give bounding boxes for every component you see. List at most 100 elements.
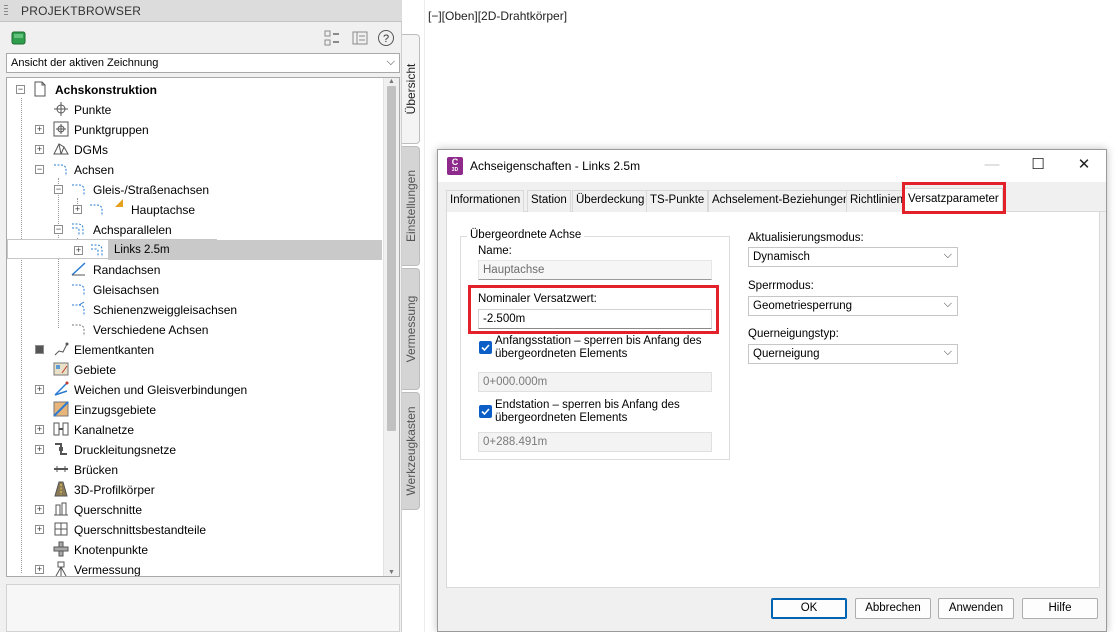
tree-item-weichen[interactable]: + Weichen und Gleisverbindungen bbox=[7, 379, 382, 399]
tree-item-label: Achsen bbox=[74, 163, 115, 177]
drawing-file-icon bbox=[34, 81, 46, 97]
highlight-box-offset bbox=[468, 285, 719, 334]
tab-ts-punkte[interactable]: TS-Punkte bbox=[646, 190, 709, 212]
expand-toggle-icon[interactable]: + bbox=[35, 565, 44, 574]
tab-informationen[interactable]: Informationen bbox=[446, 190, 525, 212]
tree-item-randachsen[interactable]: Randachsen bbox=[7, 259, 382, 279]
tab-richtlinien[interactable]: Richtlinien bbox=[846, 190, 908, 212]
tab-label: Übersicht bbox=[403, 63, 418, 115]
tree-item-label: Brücken bbox=[74, 463, 119, 477]
tree-item-punkte[interactable]: Punkte bbox=[7, 99, 382, 119]
expand-toggle-icon[interactable]: + bbox=[35, 385, 44, 394]
tree-item-verschiedene-achsen[interactable]: Verschiedene Achsen bbox=[7, 319, 382, 339]
point-icon bbox=[54, 102, 68, 116]
update-mode-select[interactable]: Dynamisch ⌵ bbox=[748, 247, 958, 267]
intersection-icon bbox=[53, 541, 69, 557]
tree-item-dgms[interactable]: + DGMs bbox=[7, 139, 382, 159]
tree-item-label: Einzugsgebiete bbox=[74, 403, 157, 417]
tree-item-kanalnetze[interactable]: + Kanalnetze bbox=[7, 419, 382, 439]
collapse-toggle-icon[interactable]: − bbox=[54, 185, 63, 194]
tree-item-querschnittsbestandteile[interactable]: + Querschnittsbestandteile bbox=[7, 519, 382, 539]
alignment-icon bbox=[72, 184, 85, 196]
tree-item-bruecken[interactable]: Brücken bbox=[7, 459, 382, 479]
tree-item-knotenpunkte[interactable]: Knotenpunkte bbox=[7, 539, 382, 559]
tree-item-einzugsgebiete[interactable]: Einzugsgebiete bbox=[7, 399, 382, 419]
chevron-down-icon: ⌵ bbox=[386, 56, 395, 68]
expand-toggle-icon[interactable]: + bbox=[35, 525, 44, 534]
help-button[interactable]: Hilfe bbox=[1022, 598, 1098, 619]
rail-branch-icon bbox=[72, 301, 85, 316]
collapse-toggle-icon[interactable]: − bbox=[16, 85, 25, 94]
item-view-icon[interactable] bbox=[351, 29, 369, 47]
end-station-field: 0+288.491m bbox=[478, 432, 712, 452]
modified-flag-icon bbox=[115, 199, 123, 207]
expand-toggle-icon[interactable]: + bbox=[35, 445, 44, 454]
tree-item-vermessung[interactable]: + Vermessung bbox=[7, 559, 382, 576]
tree-view-icon[interactable] bbox=[323, 29, 341, 47]
tab-uebersicht[interactable]: Übersicht bbox=[402, 34, 420, 144]
expand-toggle-icon[interactable]: + bbox=[35, 125, 44, 134]
expand-toggle-icon[interactable]: + bbox=[74, 246, 83, 255]
prospector-tree: − Achskonstruktion Punkte + Punktgruppen… bbox=[6, 77, 400, 577]
tab-einstellungen[interactable]: Einstellungen bbox=[402, 146, 420, 266]
collapse-toggle-icon[interactable]: − bbox=[35, 165, 44, 174]
tree-item-achskonstruktion[interactable]: − Achskonstruktion bbox=[7, 79, 382, 99]
misc-alignment-icon bbox=[72, 324, 85, 336]
collapse-toggle-icon[interactable]: − bbox=[54, 225, 63, 234]
cancel-button[interactable]: Abbrechen bbox=[855, 598, 931, 619]
tree-item-elementkanten[interactable]: Elementkanten bbox=[7, 339, 382, 359]
tree-item-label: Schienenzweiggleisachsen bbox=[93, 303, 238, 317]
tab-label: Einstellungen bbox=[403, 169, 418, 243]
alignment-properties-dialog: C 3D Achseigenschaften - Links 2.5m — ☐ … bbox=[437, 149, 1107, 632]
superelevation-type-select[interactable]: Querneigung ⌵ bbox=[748, 344, 958, 364]
tree-item-gleis-strassenachsen[interactable]: − Gleis-/Straßenachsen bbox=[7, 179, 382, 199]
tab-werkzeugkasten[interactable]: Werkzeugkasten bbox=[402, 392, 420, 510]
tree-item-label: Weichen und Gleisverbindungen bbox=[74, 383, 248, 397]
view-selector-dropdown[interactable]: Ansicht der aktiven Zeichnung ⌵ bbox=[6, 53, 400, 73]
tab-vermessung[interactable]: Vermessung bbox=[402, 268, 420, 390]
dialog-titlebar[interactable]: C 3D Achseigenschaften - Links 2.5m — ☐ … bbox=[438, 150, 1106, 182]
start-station-lock-label[interactable]: Anfangsstation – sperren bis Anfang des … bbox=[495, 335, 725, 361]
tree-item-schienenzweiggleisachsen[interactable]: Schienenzweiggleisachsen bbox=[7, 299, 382, 319]
group-title: Übergeordnete Achse bbox=[467, 229, 585, 241]
end-station-lock-label[interactable]: Endstation – sperren bis Anfang des über… bbox=[495, 399, 725, 425]
tree-item-gebiete[interactable]: Gebiete bbox=[7, 359, 382, 379]
tree-item-punktgruppen[interactable]: + Punktgruppen bbox=[7, 119, 382, 139]
tab-achselement-beziehungen[interactable]: Achselement-Beziehungen bbox=[708, 190, 854, 212]
superelevation-type-value: Querneigung bbox=[753, 348, 820, 360]
tree-item-label: Punktgruppen bbox=[74, 123, 149, 137]
expand-toggle-icon[interactable]: + bbox=[35, 145, 44, 154]
project-browser-titlebar[interactable]: PROJEKTBROWSER bbox=[0, 0, 402, 22]
scroll-up-arrow-icon[interactable]: ▲ bbox=[388, 78, 395, 85]
tree-item-gleisachsen[interactable]: Gleisachsen bbox=[7, 279, 382, 299]
tab-station[interactable]: Station bbox=[527, 190, 571, 212]
help-icon[interactable]: ? bbox=[377, 29, 395, 47]
tree-scrollbar[interactable]: ▲ ▼ bbox=[383, 78, 399, 576]
tree-item-hauptachse[interactable]: + Hauptachse bbox=[7, 199, 382, 219]
expand-toggle-icon[interactable]: + bbox=[35, 425, 44, 434]
drawing-item-icon[interactable] bbox=[10, 29, 28, 47]
maximize-button[interactable]: ☐ bbox=[1015, 150, 1061, 182]
tree-item-links-2-5m[interactable]: + Links 2.5m bbox=[7, 239, 382, 260]
expand-toggle-icon[interactable] bbox=[35, 345, 44, 354]
tree-item-querschnitte[interactable]: + Querschnitte bbox=[7, 499, 382, 519]
drag-grip-icon[interactable] bbox=[4, 5, 8, 17]
project-browser-panel: PROJEKTBROWSER ? Ansicht der aktiven Zei… bbox=[0, 0, 402, 632]
offset-alignment-icon bbox=[72, 223, 84, 236]
tree-item-3d-profilkoerper[interactable]: 3D-Profilkörper bbox=[7, 479, 382, 499]
tree-item-achsen[interactable]: − Achsen bbox=[7, 159, 382, 179]
scrollbar-thumb[interactable] bbox=[387, 86, 396, 431]
ok-button[interactable]: OK bbox=[771, 598, 847, 619]
expand-toggle-icon[interactable]: + bbox=[73, 205, 82, 214]
scroll-down-arrow-icon[interactable]: ▼ bbox=[388, 569, 395, 576]
lock-mode-select[interactable]: Geometriesperrung ⌵ bbox=[748, 296, 958, 316]
tab-ueberdeckung[interactable]: Überdeckung bbox=[572, 190, 649, 212]
close-button[interactable]: ✕ bbox=[1061, 150, 1107, 182]
apply-button[interactable]: Anwenden bbox=[938, 598, 1014, 619]
end-station-lock-checkbox[interactable] bbox=[479, 405, 492, 418]
viewport-controls[interactable]: [−][Oben][2D-Drahtkörper] bbox=[428, 9, 567, 23]
expand-toggle-icon[interactable]: + bbox=[35, 505, 44, 514]
start-station-lock-checkbox[interactable] bbox=[479, 341, 492, 354]
tree-item-achsparallelen[interactable]: − Achsparallelen bbox=[7, 219, 382, 239]
tree-item-druckleitungsnetze[interactable]: + Druckleitungsnetze bbox=[7, 439, 382, 459]
